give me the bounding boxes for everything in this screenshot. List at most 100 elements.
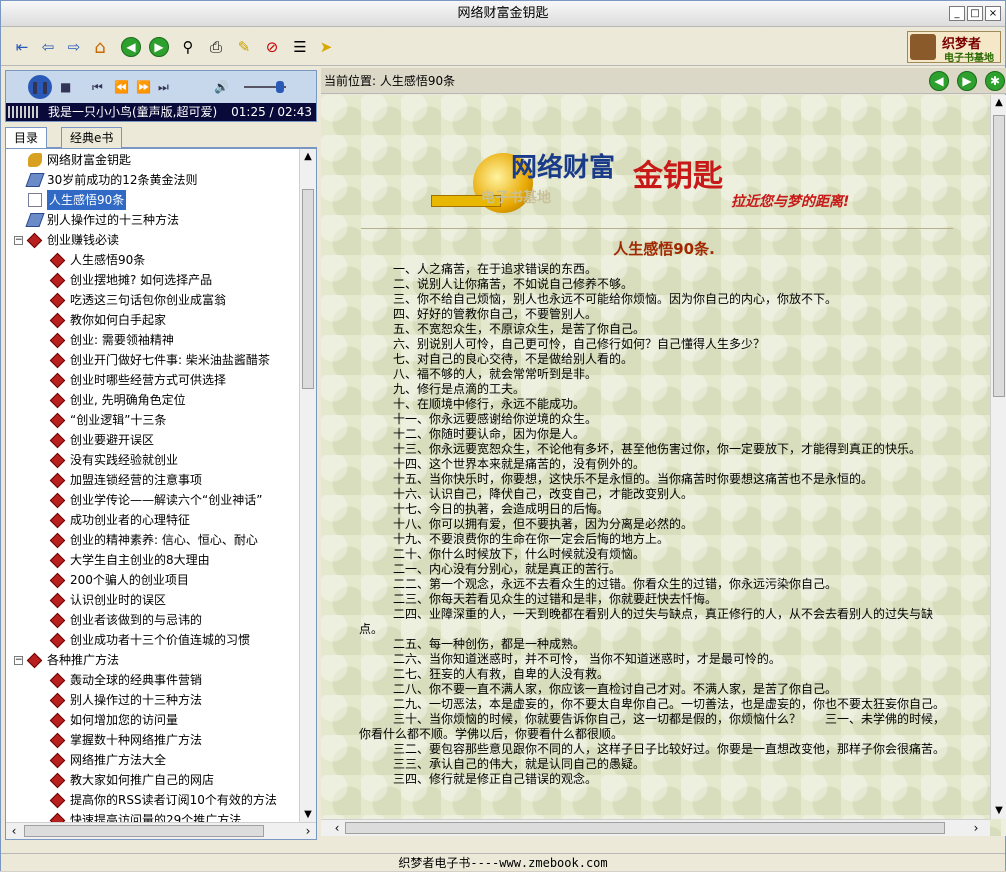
tree-item[interactable]: 轰动全球的经典事件营销 — [49, 670, 202, 690]
scroll-thumb[interactable] — [345, 822, 945, 834]
tree-item[interactable]: 人生感悟90条 — [14, 190, 127, 210]
article-horizontal-scrollbar[interactable]: ‹ › — [321, 819, 990, 836]
home-icon[interactable]: ⌂ — [89, 36, 111, 58]
scroll-down-icon[interactable]: ▼ — [300, 807, 316, 823]
tree-item[interactable]: 创业成功者十三个价值连城的习惯 — [49, 630, 251, 650]
forward-arrow-icon[interactable]: ⇨ — [63, 36, 85, 58]
tree-item[interactable]: 别人操作过的十三种方法 — [14, 210, 179, 230]
tree-item[interactable]: 吃透这三句话包你创业成富翁 — [49, 290, 226, 310]
tree-item[interactable]: 创业, 先明确角色定位 — [49, 390, 186, 410]
scroll-down-icon[interactable]: ▼ — [991, 803, 1006, 819]
tree-item[interactable]: 200个骗人的创业项目 — [49, 570, 189, 590]
collapse-toggle-icon[interactable]: − — [14, 235, 23, 245]
tree-item[interactable]: 教大家如何推广自己的网店 — [49, 770, 214, 790]
fast-forward-button[interactable]: ⏩ — [136, 75, 151, 99]
tree-item[interactable]: 创业学传论——解读六个“创业神话” — [49, 490, 262, 510]
scroll-thumb[interactable] — [993, 115, 1005, 397]
tree-item[interactable]: − 各种推广方法 — [14, 650, 119, 670]
scroll-left-icon[interactable]: ‹ — [6, 823, 22, 839]
tree-item[interactable]: − 创业赚钱必读 — [14, 230, 119, 250]
tree-item[interactable]: 创业要避开误区 — [49, 430, 154, 450]
banner-image: 电子书基地 网络财富 金钥匙 拉近您与梦的距离! — [431, 135, 871, 225]
tree-item[interactable]: 认识创业时的误区 — [49, 590, 166, 610]
prev-track-button[interactable]: ⏮ — [92, 75, 103, 99]
tree-item-label: 人生感悟90条 — [47, 190, 127, 210]
toc-vertical-scrollbar[interactable]: ▲ ▼ — [299, 149, 316, 823]
chapter-icon — [49, 792, 66, 808]
close-button[interactable]: × — [985, 6, 1001, 21]
song-title: 我是一只小小鸟(童声版,超可爱) — [48, 105, 218, 119]
maximize-button[interactable]: □ — [967, 6, 983, 21]
article-paragraph: 二十、你什么时候放下，什么时候就没有烦恼。 — [393, 547, 646, 561]
edit-icon[interactable]: ✎ — [233, 36, 255, 58]
toc-horizontal-scrollbar[interactable]: ‹ › — [6, 822, 316, 839]
tree-item[interactable]: 网络推广方法大全 — [49, 750, 166, 770]
scroll-up-icon[interactable]: ▲ — [991, 95, 1006, 111]
article-vertical-scrollbar[interactable]: ▲ ▼ — [990, 95, 1006, 819]
rewind-button[interactable]: ⏪ — [114, 75, 129, 99]
tree-item[interactable]: 教你如何白手起家 — [49, 310, 167, 330]
chapter-icon — [49, 612, 66, 628]
tree-item-label: 教你如何白手起家 — [70, 313, 167, 327]
tree-item[interactable]: 创业的精神素养: 信心、恒心、耐心 — [49, 530, 258, 550]
article-paragraph: 十、在顺境中修行，永远不能成功。 — [393, 397, 586, 411]
volume-icon[interactable]: 🔊 — [214, 75, 229, 99]
tab-classic-ebooks[interactable]: 经典e书 — [61, 127, 123, 148]
tree-item[interactable]: 网络财富金钥匙 — [14, 150, 131, 170]
tree-item[interactable]: 创业摆地摊? 如何选择产品 — [49, 270, 212, 290]
tree-item[interactable]: 30岁前成功的12条黄金法则 — [14, 170, 198, 190]
tree-item-label: 30岁前成功的12条黄金法则 — [47, 173, 198, 187]
article-paragraph: 三四、修行就是修正自己错误的观念。 — [393, 772, 598, 786]
scroll-thumb[interactable] — [302, 189, 314, 389]
back-arrow-icon[interactable]: ⇦ — [37, 36, 59, 58]
tree-item[interactable]: 没有实践经验就创业 — [49, 450, 178, 470]
next-page-icon[interactable]: ▶ — [149, 37, 169, 57]
prev-arrow-icon[interactable]: ◀ — [929, 71, 949, 91]
tree-item[interactable]: 人生感悟90条 — [49, 250, 145, 270]
scroll-right-icon[interactable]: › — [968, 820, 984, 836]
tree-item[interactable]: 别人操作过的十三种方法 — [49, 690, 202, 710]
tab-contents[interactable]: 目录 — [5, 127, 48, 149]
article-paragraph: 十一、你永远要感谢给你逆境的众生。 — [393, 412, 598, 426]
tree-item-label: “创业逻辑”十三条 — [70, 413, 167, 427]
tree-item[interactable]: 大学生自主创业的8大理由 — [49, 550, 210, 570]
scroll-right-icon[interactable]: › — [300, 823, 316, 839]
stop-icon[interactable]: ⊘ — [261, 36, 283, 58]
tree-item-label: 别人操作过的十三种方法 — [47, 213, 180, 227]
scroll-up-icon[interactable]: ▲ — [300, 149, 316, 165]
tree-item[interactable]: 成功创业者的心理特征 — [49, 510, 190, 530]
tree-item[interactable]: 提高你的RSS读者订阅10个有效的方法 — [49, 790, 277, 810]
tree-item[interactable]: 创业时哪些经营方式可供选择 — [49, 370, 226, 390]
properties-icon[interactable]: ☰ — [289, 36, 311, 58]
tree-item[interactable]: 创业者该做到的与忌讳的 — [49, 610, 202, 630]
prev-page-icon[interactable]: ◀ — [121, 37, 141, 57]
scroll-left-icon[interactable]: ‹ — [329, 820, 345, 836]
minimize-button[interactable]: _ — [949, 6, 965, 21]
article-paragraph: 七、对自己的良心交待，不是做给别人看的。 — [393, 352, 634, 366]
pointer-icon[interactable]: ➤ — [315, 36, 337, 58]
tree-item[interactable]: 创业开门做好七件事: 柴米油盐酱醋茶 — [49, 350, 270, 370]
collapse-toggle-icon[interactable]: − — [14, 655, 23, 665]
article-paragraph: 二一、内心没有分别心，就是真正的苦行。 — [393, 562, 622, 576]
exit-icon[interactable]: ⇤ — [11, 36, 33, 58]
tree-item[interactable]: 创业: 需要领袖精神 — [49, 330, 174, 350]
volume-slider-knob[interactable] — [276, 81, 284, 93]
print-icon[interactable]: ⎙ — [205, 36, 227, 58]
tree-item[interactable]: “创业逻辑”十三条 — [49, 410, 167, 430]
refresh-icon[interactable]: ✱ — [985, 71, 1005, 91]
tree-item-label: 200个骗人的创业项目 — [70, 573, 189, 587]
find-icon[interactable]: ⚲ — [177, 36, 199, 58]
tree-item[interactable]: 掌握数十种网络推广方法 — [49, 730, 202, 750]
next-track-button[interactable]: ⏭ — [158, 75, 169, 99]
pause-button[interactable]: ❚❚ — [28, 75, 52, 99]
tree-item[interactable]: 如何增加您的访问量 — [49, 710, 178, 730]
tree-item-label: 创业成功者十三个价值连城的习惯 — [70, 633, 251, 647]
banner-slogan: 拉近您与梦的距离! — [731, 194, 850, 210]
tree-item-label: 提高你的RSS读者订阅10个有效的方法 — [70, 793, 277, 807]
stop-button[interactable]: ■ — [60, 75, 71, 99]
tree-item-label: 加盟连锁经营的注意事项 — [70, 473, 203, 487]
chapter-icon — [49, 592, 66, 608]
tree-item[interactable]: 加盟连锁经营的注意事项 — [49, 470, 203, 490]
next-arrow-icon[interactable]: ▶ — [957, 71, 977, 91]
scroll-thumb[interactable] — [24, 825, 264, 837]
